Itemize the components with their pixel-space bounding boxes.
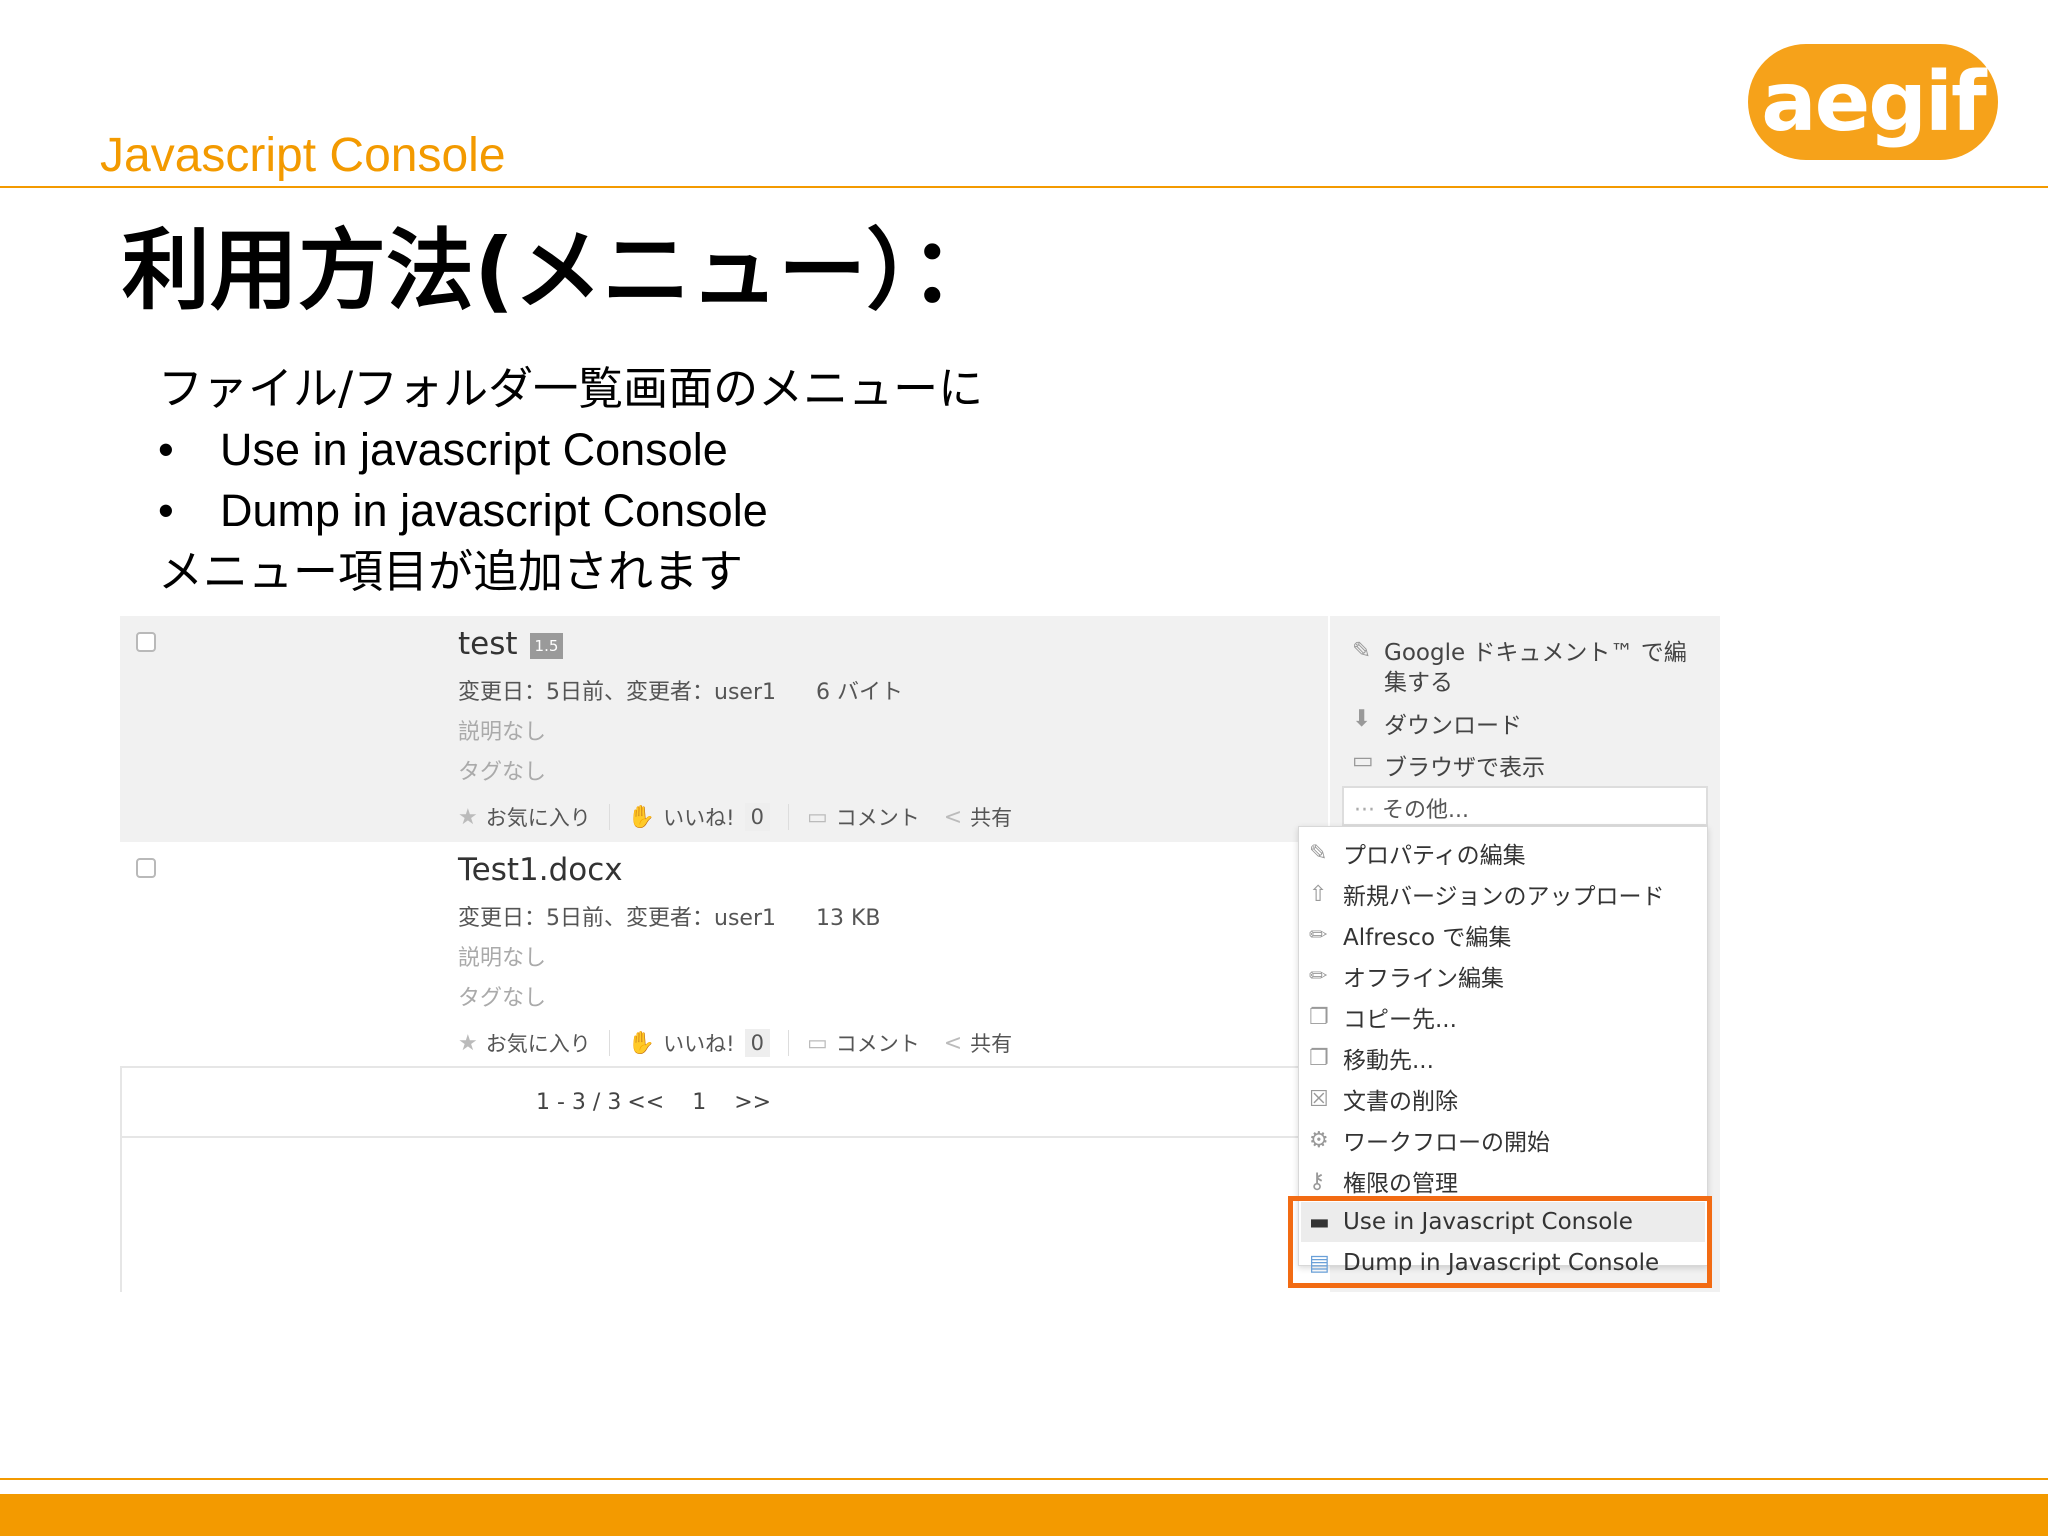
header-rule (0, 186, 2048, 188)
bullet-item: • Use in javascript Console (158, 419, 983, 480)
share-icon: < (943, 1030, 963, 1056)
file-description: 説明なし (458, 946, 547, 971)
favorite-button[interactable]: ★ お気に入り (458, 802, 591, 832)
slide-subtitle: Javascript Console (100, 129, 506, 182)
divider (787, 804, 789, 830)
share-button[interactable]: < 共有 (944, 802, 1012, 832)
file-actions: ★ お気に入り ✋ いいね! 0 ▭ コメント < 共有 (458, 802, 1012, 832)
divider (787, 1030, 789, 1056)
comment-button[interactable]: ▭ コメント (807, 1028, 920, 1058)
share-icon: < (943, 804, 963, 830)
outro-text: メニュー項目が追加されます (158, 545, 744, 598)
menu-item-start-workflow[interactable]: ⚙ ワークフローの開始 (1309, 1120, 1550, 1160)
like-count: 0 (744, 1029, 770, 1057)
page-title: 利用方法(メニュー）： (122, 219, 999, 322)
menu-item-delete-document[interactable]: ☒ 文書の削除 (1309, 1079, 1458, 1119)
like-button[interactable]: ✋ いいね! 0 (628, 802, 770, 832)
edit-properties-icon: ✎ (1309, 840, 1328, 866)
comment-icon: ▭ (806, 804, 828, 830)
menu-item-edit-in-alfresco[interactable]: ✏ Alfresco で編集 (1309, 915, 1511, 955)
page-range: 1 - 3 / 3 (536, 1090, 622, 1115)
file-meta: 変更日：5日前、変更者：user1 13 KB (458, 900, 881, 932)
footer-band (0, 1494, 2048, 1536)
alfresco-screenshot: test 1.5 変更日：5日前、変更者：user1 6 バイト 説明なし タグなし… (120, 616, 1720, 1292)
pencil-icon: ✏ (1309, 922, 1328, 948)
more-actions-button[interactable]: ··· その他... (1342, 786, 1708, 826)
file-checkbox[interactable] (136, 632, 156, 652)
divider (608, 804, 610, 830)
aegif-logo: aegif (1748, 44, 1998, 160)
bullet-dot: • (158, 424, 174, 475)
menu-item-upload-new-version[interactable]: ⇧ 新規バージョンのアップロード (1309, 874, 1665, 914)
intro-text: ファイル/フォルダ一覧画面のメニューに (158, 362, 984, 415)
file-size: 13 KB (815, 906, 881, 931)
footer-rule (0, 1478, 2048, 1480)
file-row: Test1.docx 変更日：5日前、変更者：user1 13 KB 説明なし タ… (120, 842, 1328, 1068)
star-icon: ★ (458, 1030, 478, 1056)
file-checkbox[interactable] (136, 858, 156, 878)
download-icon: ⬇ (1352, 706, 1372, 732)
menu-item-copy-to[interactable]: ❐ コピー先... (1309, 997, 1457, 1037)
modified-info: 変更日：5日前、変更者：user1 (458, 680, 776, 705)
file-size: 6 バイト (815, 680, 903, 705)
version-badge: 1.5 (529, 632, 564, 659)
browser-icon: ▭ (1352, 748, 1374, 774)
google-docs-edit-action[interactable]: ✎ Google ドキュメント™ で編 集する (1352, 638, 1687, 698)
comment-button[interactable]: ▭ コメント (807, 802, 920, 832)
workflow-icon: ⚙ (1309, 1127, 1329, 1153)
view-in-browser-action[interactable]: ▭ ブラウザで表示 (1352, 748, 1545, 782)
highlight-frame (1288, 1196, 1712, 1288)
pencil-icon: ✏ (1309, 963, 1328, 989)
file-name-link[interactable]: test 1.5 (458, 626, 564, 662)
move-icon: ❐ (1309, 1045, 1329, 1071)
key-icon: ⚷ (1309, 1168, 1326, 1194)
menu-item-edit-properties[interactable]: ✎ プロパティの編集 (1309, 833, 1526, 873)
edit-doc-icon: ✎ (1352, 638, 1372, 664)
menu-item-edit-offline[interactable]: ✏ オフライン編集 (1309, 956, 1504, 996)
slide-body: ファイル/フォルダ一覧画面のメニューに • Use in javascript … (158, 358, 983, 602)
file-row: test 1.5 変更日：5日前、変更者：user1 6 バイト 説明なし タグなし… (120, 616, 1328, 842)
copy-icon: ❐ (1309, 1004, 1329, 1030)
bullet-text: Dump in javascript Console (220, 485, 768, 536)
share-button[interactable]: < 共有 (944, 1028, 1012, 1058)
page-number-link[interactable]: 1 (692, 1090, 706, 1115)
menu-item-move-to[interactable]: ❐ 移動先... (1309, 1038, 1434, 1078)
file-actions: ★ お気に入り ✋ いいね! 0 ▭ コメント < 共有 (458, 1028, 1012, 1058)
thumbs-up-icon: ✋ (627, 1030, 656, 1056)
comment-icon: ▭ (806, 1030, 828, 1056)
like-count: 0 (744, 803, 770, 831)
file-tags: タグなし (458, 760, 547, 785)
pagination: 1 - 3 / 3 << 1 >> (120, 1070, 1328, 1138)
thumbs-up-icon: ✋ (627, 804, 656, 830)
file-description: 説明なし (458, 720, 547, 745)
upload-icon: ⇧ (1309, 881, 1328, 907)
bullet-item: • Dump in javascript Console (158, 480, 983, 541)
divider (608, 1030, 610, 1056)
prev-page-link[interactable]: << (627, 1090, 664, 1115)
ellipsis-icon: ··· (1354, 798, 1382, 823)
file-name-link[interactable]: Test1.docx (458, 852, 623, 888)
download-action[interactable]: ⬇ ダウンロード (1352, 706, 1522, 740)
star-icon: ★ (458, 804, 478, 830)
delete-icon: ☒ (1309, 1086, 1329, 1112)
bullet-text: Use in javascript Console (220, 424, 728, 475)
next-page-link[interactable]: >> (734, 1090, 771, 1115)
file-tags: タグなし (458, 986, 547, 1011)
like-button[interactable]: ✋ いいね! 0 (628, 1028, 770, 1058)
favorite-button[interactable]: ★ お気に入り (458, 1028, 591, 1058)
modified-info: 変更日：5日前、変更者：user1 (458, 906, 776, 931)
file-meta: 変更日：5日前、変更者：user1 6 バイト (458, 674, 903, 706)
menu-item-manage-permissions[interactable]: ⚷ 権限の管理 (1309, 1161, 1458, 1201)
bullet-dot: • (158, 485, 174, 536)
